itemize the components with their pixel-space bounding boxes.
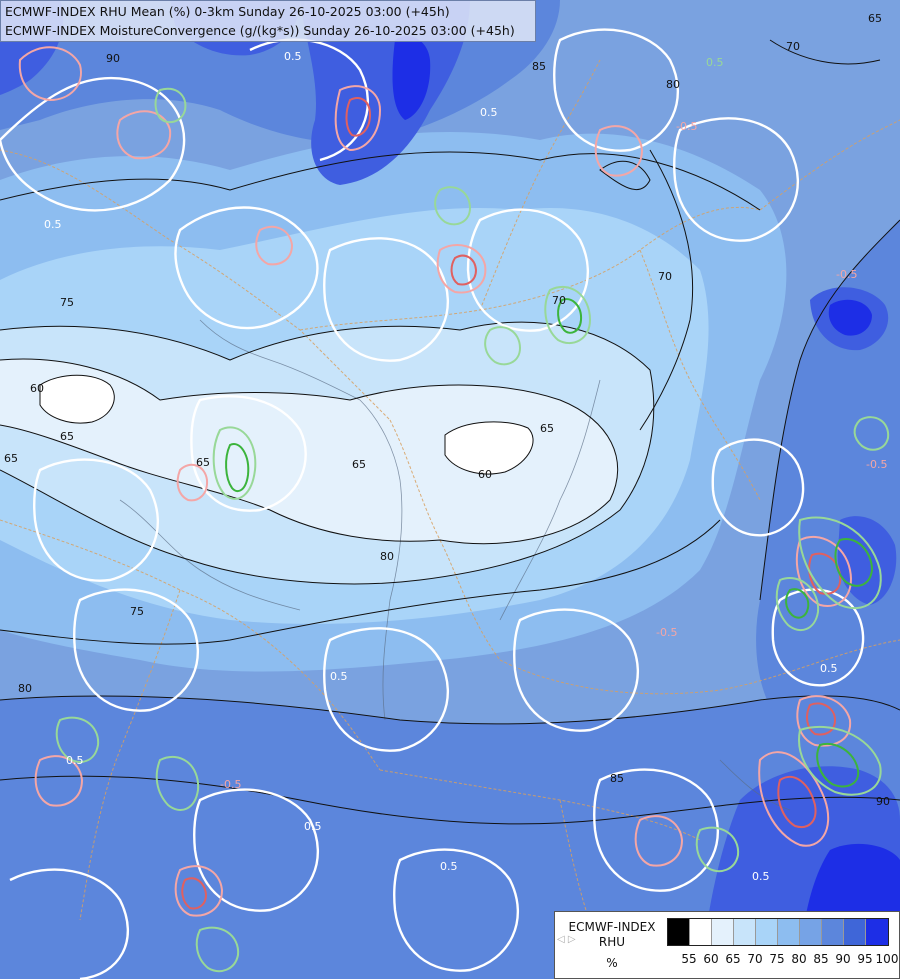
contour-label: -0.5 bbox=[836, 268, 857, 281]
contour-label: 0.5 bbox=[480, 106, 498, 119]
legend-arrow-icon: ◁ ▷ bbox=[557, 934, 576, 945]
contour-label: -0.5 bbox=[676, 120, 697, 133]
contour-label: 90 bbox=[876, 795, 890, 808]
legend-tick-label: 65 bbox=[725, 952, 741, 966]
contour-label: -0.5 bbox=[866, 458, 887, 471]
contour-label: 65 bbox=[196, 456, 210, 469]
contour-label: 0.5 bbox=[304, 820, 322, 833]
contour-label: 85 bbox=[532, 60, 546, 73]
contour-label: -0.5 bbox=[656, 626, 677, 639]
legend-tick-label: 100 bbox=[875, 952, 899, 966]
contour-label: 65 bbox=[60, 430, 74, 443]
legend-tick-label: 60 bbox=[703, 952, 719, 966]
color-legend: ECMWF-INDEX RHU ◁ ▷ % 55 60 65 70 75 80 85 90 95… bbox=[554, 911, 900, 979]
legend-swatch bbox=[712, 919, 734, 945]
contour-label: 60 bbox=[478, 468, 492, 481]
legend-swatch bbox=[800, 919, 822, 945]
contour-label: 0.5 bbox=[330, 670, 348, 683]
legend-tick-label: 80 bbox=[791, 952, 807, 966]
contour-label: 65 bbox=[868, 12, 882, 25]
contour-label: 0.5 bbox=[752, 870, 770, 883]
contour-label: 0.5 bbox=[66, 754, 84, 767]
contour-label: 75 bbox=[60, 296, 74, 309]
title-line-rhu: ECMWF-INDEX RHU Mean (%) 0-3km Sunday 26… bbox=[5, 4, 450, 19]
legend-title-model: ECMWF-INDEX bbox=[568, 920, 656, 934]
legend-swatch bbox=[734, 919, 756, 945]
contour-label: 80 bbox=[18, 682, 32, 695]
legend-tick-label: 90 bbox=[835, 952, 851, 966]
contour-label: 65 bbox=[4, 452, 18, 465]
contour-label: 85 bbox=[610, 772, 624, 785]
contour-label: 70 bbox=[658, 270, 672, 283]
legend-unit: % bbox=[606, 956, 618, 970]
weather-map: 65 65 80 90 70 85 70 75 65 60 65 65 60 8… bbox=[0, 0, 900, 979]
contour-label: 0.5 bbox=[820, 662, 838, 675]
title-line-moisture-convergence: ECMWF-INDEX MoistureConvergence (g/(kg*s… bbox=[5, 23, 515, 38]
legend-swatch bbox=[668, 919, 690, 945]
legend-swatches bbox=[667, 918, 889, 946]
contour-label: 90 bbox=[106, 52, 120, 65]
legend-ticks: 55 60 65 70 75 80 85 90 95 100 bbox=[667, 952, 900, 968]
legend-swatch bbox=[822, 919, 844, 945]
legend-tick-label: 75 bbox=[769, 952, 785, 966]
contour-label: 60 bbox=[30, 382, 44, 395]
contour-label: 75 bbox=[130, 605, 144, 618]
contour-label: 65 bbox=[352, 458, 366, 471]
map-title-box: ECMWF-INDEX RHU Mean (%) 0-3km Sunday 26… bbox=[0, 0, 536, 42]
legend-swatch bbox=[844, 919, 866, 945]
legend-tick-label: 85 bbox=[813, 952, 829, 966]
contour-label: 80 bbox=[666, 78, 680, 91]
contour-label: 65 bbox=[540, 422, 554, 435]
contour-label: 0.5 bbox=[284, 50, 302, 63]
contour-label: 70 bbox=[552, 294, 566, 307]
contour-label: 80 bbox=[380, 550, 394, 563]
legend-swatch bbox=[778, 919, 800, 945]
contour-label: 70 bbox=[786, 40, 800, 53]
contour-label: 0.5 bbox=[440, 860, 458, 873]
legend-tick-label: 95 bbox=[857, 952, 873, 966]
contour-label: 0.5 bbox=[44, 218, 62, 231]
legend-swatch bbox=[690, 919, 712, 945]
legend-swatch bbox=[866, 919, 888, 945]
legend-tick-label: 55 bbox=[681, 952, 697, 966]
legend-swatch bbox=[756, 919, 778, 945]
contour-label: -0.5 bbox=[220, 778, 241, 791]
legend-tick-label: 70 bbox=[747, 952, 763, 966]
contour-label: 0.5 bbox=[706, 56, 724, 69]
